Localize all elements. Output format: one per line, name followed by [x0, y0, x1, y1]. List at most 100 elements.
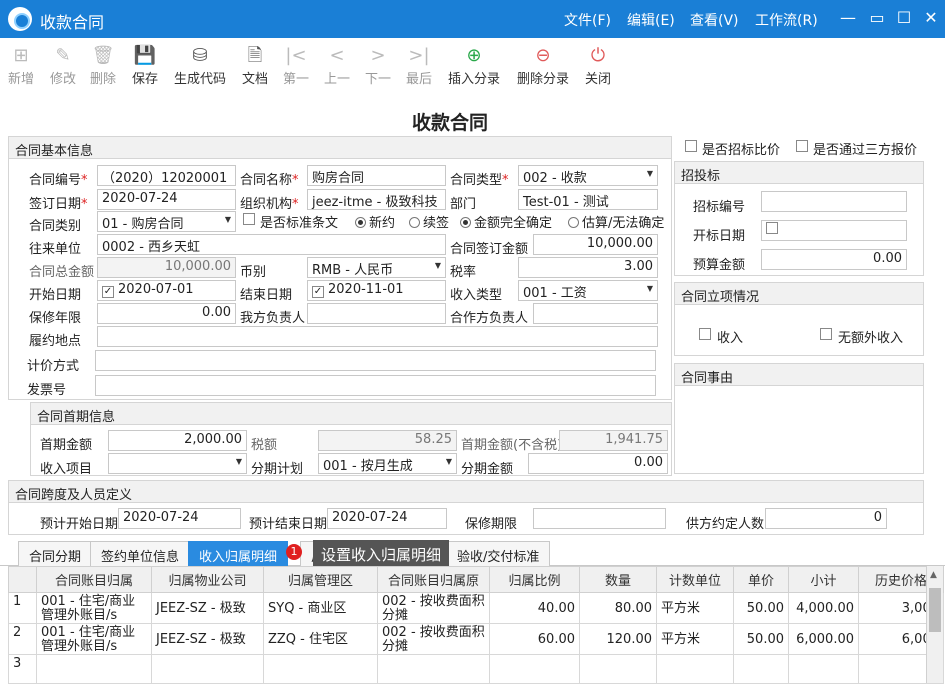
menu-edit[interactable]: 编辑(E) [627, 10, 675, 30]
budget-field[interactable]: 0.00 [761, 249, 907, 270]
maximize-icon[interactable]: ☐ [892, 6, 916, 30]
sign-amount-field[interactable]: 10,000.00 [533, 234, 658, 255]
column-header[interactable]: 合同账目归属原 [377, 566, 490, 593]
menu-workflow[interactable]: 工作流(R) [755, 10, 818, 30]
no-extra-income-checkbox[interactable] [820, 328, 832, 340]
split-amount-field[interactable]: 0.00 [528, 453, 668, 474]
grid-cell[interactable] [151, 654, 264, 684]
currency-select[interactable]: RMB - 人民币 [307, 257, 446, 278]
income-type-select[interactable]: 001 - 工资 [518, 280, 658, 301]
grid-cell[interactable]: 001 - 住宅/商业管理外账目/s [36, 623, 152, 655]
column-header[interactable]: 归属比例 [489, 566, 580, 593]
grid-cell[interactable]: 60.00 [489, 623, 580, 655]
prev-button[interactable]: < 上一 [324, 44, 350, 87]
open-date-check[interactable] [766, 222, 778, 234]
partner-field[interactable]: 0002 - 西乡天虹 [97, 234, 446, 255]
partner-person-field[interactable] [533, 303, 658, 324]
menu-file[interactable]: 文件(F) [564, 10, 611, 30]
tab-acceptance[interactable]: 验收/交付标准 [446, 541, 551, 566]
bid-ratio-checkbox[interactable] [685, 140, 697, 152]
column-header[interactable]: 单价 [733, 566, 789, 593]
first-amount-field[interactable]: 2,000.00 [108, 430, 247, 451]
grid-cell[interactable] [489, 654, 580, 684]
column-header[interactable]: 计数单位 [656, 566, 734, 593]
tab-income-attribution[interactable]: 收入归属明细 [188, 541, 289, 566]
grid-cell[interactable] [788, 654, 859, 684]
org-field[interactable]: jeez-itme - 极致科技 [307, 189, 446, 210]
grid-cell[interactable]: 002 - 按收费面积分摊 [377, 623, 490, 655]
scroll-thumb[interactable] [929, 588, 941, 632]
scroll-up-icon[interactable]: ▲ [930, 570, 937, 580]
end-date-check[interactable]: ✓ [312, 286, 324, 298]
grid-cell[interactable]: 40.00 [489, 592, 580, 624]
grid-cell[interactable]: 50.00 [733, 592, 789, 624]
renew-new-radio[interactable]: 新约 [355, 212, 395, 231]
start-date-field[interactable]: ✓ 2020-07-01 [97, 280, 236, 301]
our-person-field[interactable] [307, 303, 446, 324]
tab-installments[interactable]: 合同分期 [18, 541, 93, 566]
dept-field[interactable]: Test-01 - 测试 [518, 189, 658, 210]
grid-cell[interactable] [656, 654, 734, 684]
edit-button[interactable]: ✎ 修改 [50, 44, 76, 87]
grid-cell[interactable]: SYQ - 商业区 [263, 592, 378, 624]
column-header[interactable]: 归属管理区 [263, 566, 378, 593]
std-clause-checkbox[interactable] [243, 213, 255, 225]
grid-cell[interactable]: 平方米 [656, 623, 734, 655]
grid-scrollbar[interactable]: ▲ [926, 566, 943, 683]
renew-continue-radio[interactable]: 续签 [409, 212, 449, 231]
document-button[interactable]: 🗎 文档 [242, 44, 268, 87]
grid-cell[interactable] [263, 654, 378, 684]
first-button[interactable]: |< 第一 [283, 44, 309, 87]
delete-entry-button[interactable]: ⊖ 删除分录 [517, 44, 569, 87]
grid-cell[interactable] [733, 654, 789, 684]
save-button[interactable]: 💾 保存 [132, 44, 158, 87]
open-date-field[interactable] [761, 220, 907, 241]
income-checkbox[interactable] [699, 328, 711, 340]
grid-cell[interactable]: 001 - 住宅/商业管理外账目/s [36, 592, 152, 624]
pricing-field[interactable] [95, 350, 656, 371]
invoice-field[interactable] [95, 375, 656, 396]
bid-no-field[interactable] [761, 191, 907, 212]
column-header[interactable]: 归属物业公司 [151, 566, 264, 593]
table-row[interactable]: 2 001 - 住宅/商业管理外账目/s JEEZ-SZ - 极致 ZZQ - … [8, 623, 944, 655]
grid-cell[interactable] [579, 654, 657, 684]
delete-button[interactable]: 🗑 删除 [90, 44, 116, 87]
tax-rate-field[interactable]: 3.00 [518, 257, 658, 278]
close-button[interactable]: ⏻ 关闭 [585, 44, 611, 87]
sign-date-field[interactable]: 2020-07-24 [97, 189, 236, 210]
grid-cell[interactable]: JEEZ-SZ - 极致 [151, 623, 264, 655]
grid-cell[interactable]: 80.00 [579, 592, 657, 624]
contract-no-field[interactable]: （2020）12020001 [97, 165, 236, 186]
grid-cell[interactable]: 002 - 按收费面积分摊 [377, 592, 490, 624]
warranty-period-field[interactable] [533, 508, 666, 529]
column-header[interactable]: 合同账目归属 [36, 566, 152, 593]
column-header[interactable]: 小计 [788, 566, 859, 593]
new-button[interactable]: ⊞ 新增 [8, 44, 34, 87]
start-date-check[interactable]: ✓ [102, 286, 114, 298]
grid-cell[interactable] [36, 654, 152, 684]
amount-confirmed-radio[interactable]: 金额完全确定 [460, 212, 552, 231]
tab-signing-units[interactable]: 签约单位信息 [90, 541, 191, 566]
third-party-checkbox[interactable] [796, 140, 808, 152]
minimize-icon[interactable]: — [836, 6, 860, 30]
insert-entry-button[interactable]: ⊕ 插入分录 [448, 44, 500, 87]
table-row[interactable]: 1 001 - 住宅/商业管理外账目/s JEEZ-SZ - 极致 SYQ - … [8, 592, 944, 624]
grid-cell[interactable]: 平方米 [656, 592, 734, 624]
income-item-select[interactable] [108, 453, 247, 474]
menu-view[interactable]: 查看(V) [690, 10, 739, 30]
amount-estimate-radio[interactable]: 估算/无法确定 [568, 212, 664, 231]
agreed-people-field[interactable]: 0 [765, 508, 887, 529]
grid-cell[interactable]: 50.00 [733, 623, 789, 655]
grid-cell[interactable]: 4,000.00 [788, 592, 859, 624]
category-select[interactable]: 01 - 购房合同 [97, 211, 236, 232]
grid-cell[interactable]: 120.00 [579, 623, 657, 655]
grid-cell[interactable] [377, 654, 490, 684]
place-field[interactable] [97, 326, 658, 347]
column-header[interactable]: 数量 [579, 566, 657, 593]
warranty-field[interactable]: 0.00 [97, 303, 236, 324]
generate-code-button[interactable]: ⛁ 生成代码 [174, 44, 226, 87]
restore-icon[interactable]: ▭ [865, 6, 889, 30]
contract-type-select[interactable]: 002 - 收款 [518, 165, 658, 186]
grid-cell[interactable]: 6,000.00 [788, 623, 859, 655]
planned-start-field[interactable]: 2020-07-24 [118, 508, 241, 529]
